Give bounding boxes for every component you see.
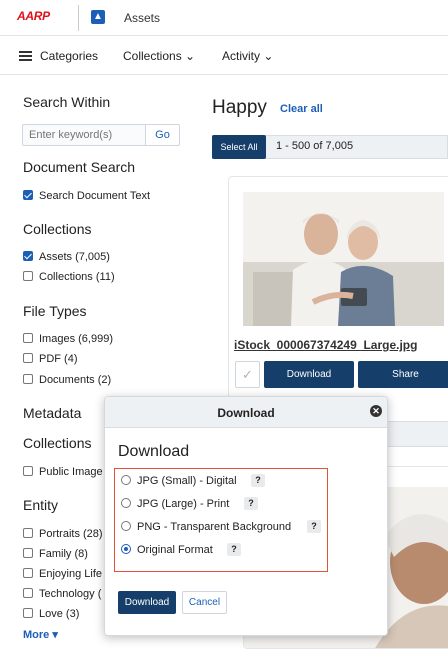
pdf-checkbox[interactable]: PDF (4) <box>23 353 78 365</box>
checkbox[interactable] <box>23 353 33 363</box>
asset-filename-link[interactable]: iStock_000067374249_Large.jpg <box>234 338 417 352</box>
card-download-button[interactable]: Download <box>264 361 354 388</box>
public-image-checkbox[interactable]: Public Image <box>23 466 103 478</box>
technology-checkbox[interactable]: Technology ( <box>23 588 101 600</box>
close-icon[interactable]: ✕ <box>370 405 382 417</box>
checkbox[interactable] <box>23 333 33 343</box>
help-icon[interactable]: ? <box>244 497 258 510</box>
nav-bar: Categories Collections ⌄ Activity ⌄ <box>0 37 448 75</box>
checkbox[interactable] <box>23 608 33 618</box>
radio-button[interactable] <box>121 475 131 485</box>
portraits-checkbox[interactable]: Portraits (28) <box>23 528 103 540</box>
option-jpg-small[interactable]: JPG (Small) - Digital <box>121 475 237 487</box>
keyword-input[interactable] <box>22 124 146 146</box>
chevron-down-icon: ⌄ <box>185 49 196 63</box>
enjoying-life-checkbox[interactable]: Enjoying Life <box>23 568 102 580</box>
nav-categories[interactable]: Categories <box>40 49 98 63</box>
search-document-text-checkbox[interactable]: Search Document Text <box>23 190 150 202</box>
radio-button-selected[interactable] <box>121 544 131 554</box>
checkbox[interactable] <box>23 466 33 476</box>
search-within-title: Search Within <box>23 94 111 110</box>
download-modal: Download ✕ Download JPG (Small) - Digita… <box>104 396 388 636</box>
metadata-title: Metadata <box>23 405 82 421</box>
more-link[interactable]: More ▾ <box>23 628 58 641</box>
radio-button[interactable] <box>121 498 131 508</box>
top-bar: AARP ▲ Assets <box>0 0 448 36</box>
header-divider <box>78 5 79 31</box>
select-asset-check-icon[interactable]: ✓ <box>235 361 260 388</box>
checkbox[interactable] <box>23 588 33 598</box>
help-icon[interactable]: ? <box>307 520 321 533</box>
hamburger-icon[interactable] <box>19 51 32 61</box>
document-search-title: Document Search <box>23 159 136 175</box>
clear-all-link[interactable]: Clear all <box>280 103 323 115</box>
nav-collections[interactable]: Collections ⌄ <box>123 49 195 63</box>
search-query-title: Happy <box>212 97 267 118</box>
go-button[interactable]: Go <box>146 124 180 146</box>
asset-thumbnail[interactable] <box>243 192 444 326</box>
modal-cancel-button[interactable]: Cancel <box>182 591 227 614</box>
card-share-button[interactable]: Share <box>358 361 448 388</box>
option-original-format[interactable]: Original Format <box>121 544 213 556</box>
app-title[interactable]: Assets <box>124 11 160 25</box>
family-checkbox[interactable]: Family (8) <box>23 548 88 560</box>
metadata-collections-title: Collections <box>23 435 92 451</box>
radio-button[interactable] <box>121 521 131 531</box>
modal-title: Download <box>217 406 275 420</box>
documents-checkbox[interactable]: Documents (2) <box>23 374 111 386</box>
results-range: 1 - 500 of 7,005 <box>276 140 354 152</box>
assets-checkbox[interactable]: Assets (7,005) <box>23 251 110 263</box>
nav-activity[interactable]: Activity ⌄ <box>222 49 273 63</box>
checkbox[interactable] <box>23 374 33 384</box>
modal-heading: Download <box>118 443 190 460</box>
images-checkbox[interactable]: Images (6,999) <box>23 333 113 345</box>
entity-title: Entity <box>23 497 59 513</box>
modal-download-button[interactable]: Download <box>118 591 176 614</box>
checkbox[interactable] <box>23 568 33 578</box>
collections-title: Collections <box>23 221 92 237</box>
checkbox[interactable] <box>23 271 33 281</box>
select-all-button[interactable]: Select All <box>212 135 266 159</box>
option-png-transparent[interactable]: PNG - Transparent Background <box>121 521 291 533</box>
checkbox-checked[interactable] <box>23 251 33 261</box>
help-icon[interactable]: ? <box>227 543 241 556</box>
checkbox-checked[interactable] <box>23 190 33 200</box>
aarp-logo[interactable]: AARP <box>17 9 50 23</box>
help-icon[interactable]: ? <box>251 474 265 487</box>
collections-checkbox[interactable]: Collections (11) <box>23 271 115 283</box>
chevron-down-icon: ⌄ <box>263 49 274 63</box>
option-jpg-large[interactable]: JPG (Large) - Print <box>121 498 229 510</box>
file-types-title: File Types <box>23 303 87 319</box>
checkbox[interactable] <box>23 528 33 538</box>
checkbox[interactable] <box>23 548 33 558</box>
love-checkbox[interactable]: Love (3) <box>23 608 79 620</box>
app-logo-icon[interactable]: ▲ <box>91 10 105 24</box>
senior-couple-photo <box>243 192 444 326</box>
